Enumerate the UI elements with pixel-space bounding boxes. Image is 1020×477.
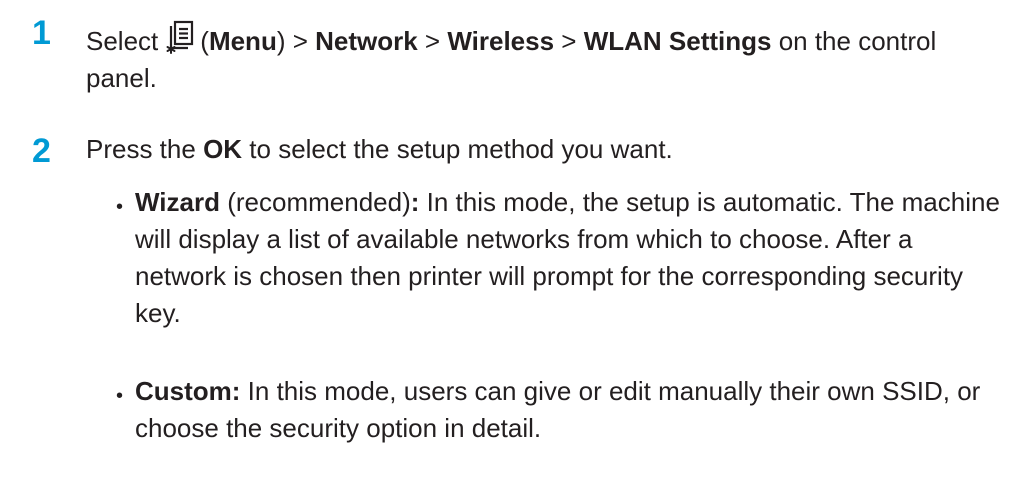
network-label: Network xyxy=(315,26,418,56)
menu-label: Menu xyxy=(208,26,277,56)
step-2-prefix: Press the xyxy=(86,134,204,164)
step-number-1: 1 xyxy=(32,14,51,52)
custom-text: In this mode, users can give or edit man… xyxy=(135,376,981,443)
ok-label: OK xyxy=(203,134,243,164)
wireless-label: Wireless xyxy=(447,26,555,56)
bullet-marker-custom: • xyxy=(116,385,124,407)
separator-1: > xyxy=(417,26,448,56)
wizard-title: Wizard xyxy=(135,187,220,217)
step-number-2: 2 xyxy=(32,132,51,170)
step-1-text: Select (Menu) > Network > Wireless > WLA… xyxy=(86,20,996,97)
wlan-settings-label: WLAN Settings xyxy=(583,26,772,56)
menu-icon xyxy=(164,20,196,54)
bullet-marker-wizard: • xyxy=(116,196,124,218)
step-1-prefix: Select xyxy=(86,26,159,56)
wizard-paren: (recommended) xyxy=(220,187,411,217)
separator-2: > xyxy=(554,26,584,56)
menu-paren-open: ( xyxy=(200,26,209,56)
bullet-wizard: Wizard (recommended): In this mode, the … xyxy=(135,184,1000,332)
custom-title: Custom: xyxy=(135,376,241,406)
bullet-custom: Custom: In this mode, users can give or … xyxy=(135,373,1000,447)
step-2-suffix: to select the setup method you want. xyxy=(242,134,673,164)
menu-paren-close: ) > xyxy=(276,26,316,56)
step-2-text: Press the OK to select the setup method … xyxy=(86,131,996,168)
